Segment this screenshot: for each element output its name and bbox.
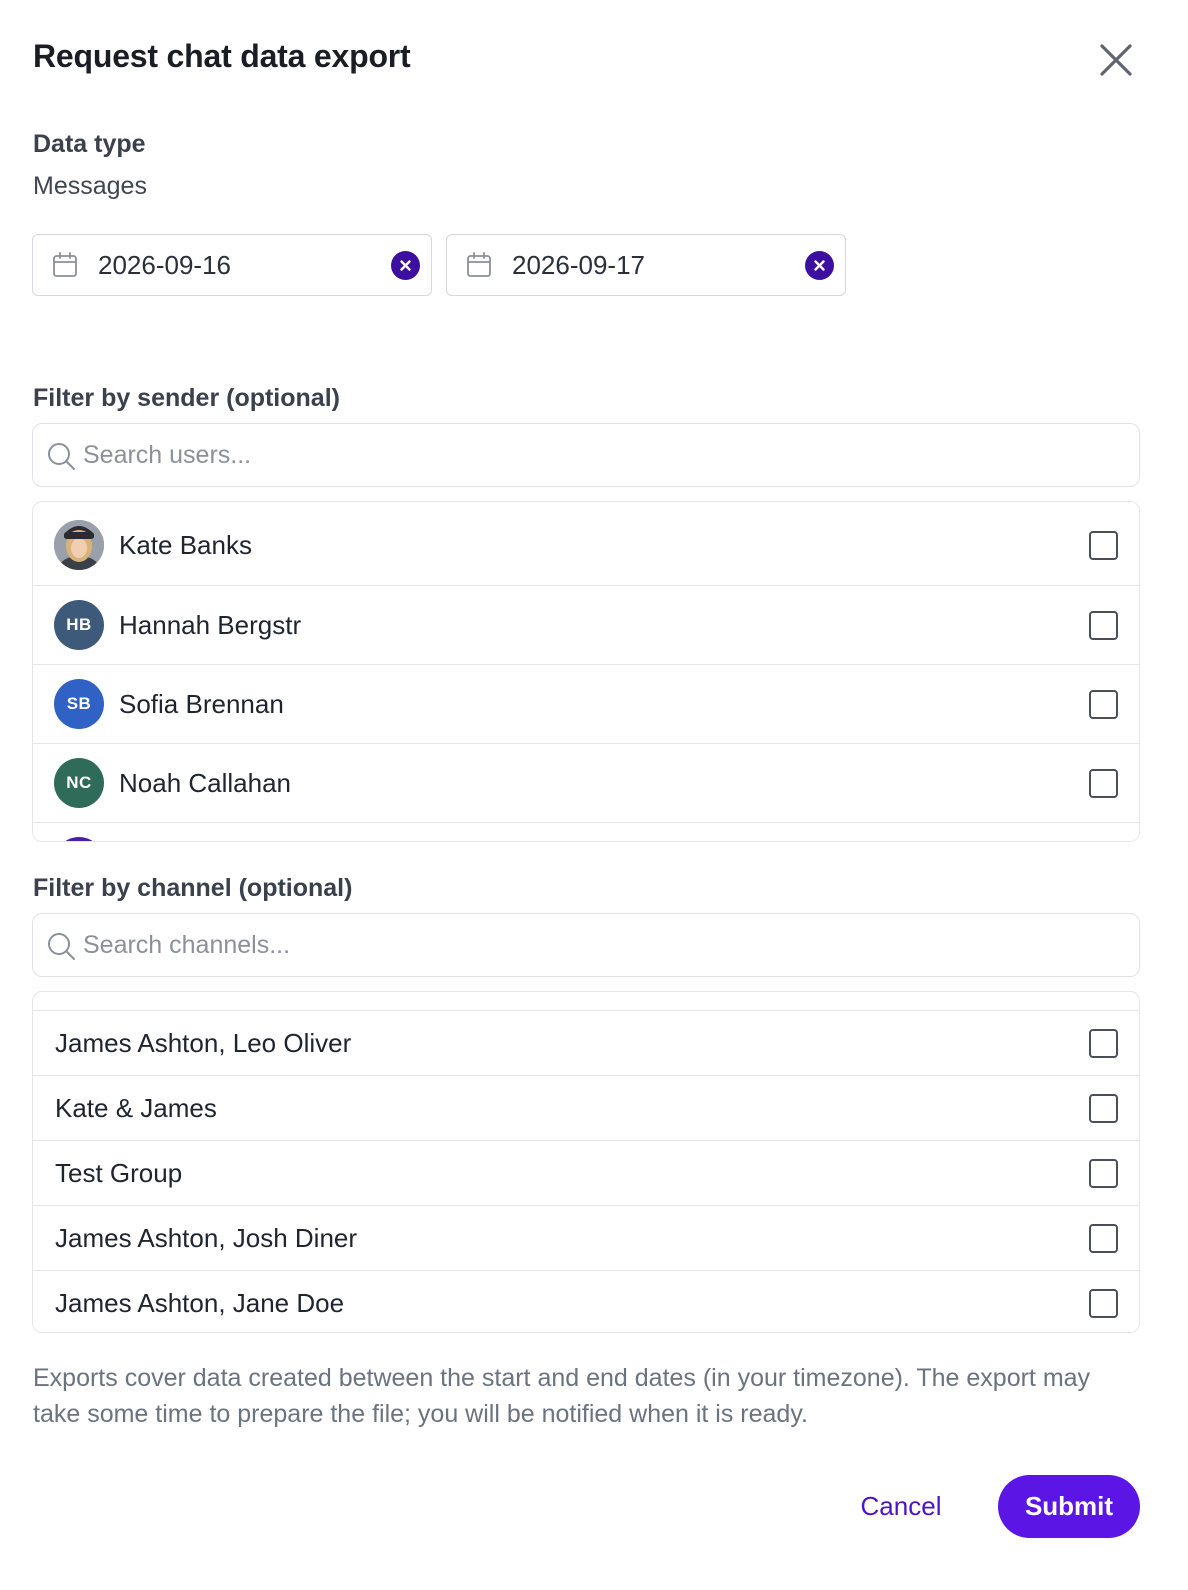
user-row-partial[interactable]: [33, 822, 1139, 841]
close-button[interactable]: [1096, 40, 1136, 80]
user-row[interactable]: SB Sofia Brennan: [33, 664, 1139, 743]
calendar-icon: [53, 252, 77, 277]
channel-name: Test Group: [55, 1158, 183, 1188]
avatar: [54, 837, 104, 841]
user-name: Noah Callahan: [119, 768, 292, 798]
avatar: [54, 520, 104, 570]
user-search-input[interactable]: [83, 434, 1123, 476]
user-checkbox[interactable]: [1089, 611, 1118, 640]
user-checkbox[interactable]: [1089, 531, 1118, 560]
data-type-label: Data type: [33, 130, 146, 158]
search-icon: [48, 933, 75, 960]
avatar: SB: [54, 679, 104, 729]
channel-list[interactable]: James Ashton, Leo Oliver Kate & James Te…: [32, 991, 1140, 1333]
data-type-value: Messages: [33, 172, 147, 200]
start-date-value: 2026-09-16: [98, 250, 231, 280]
export-info-text: Exports cover data created between the s…: [33, 1364, 1091, 1428]
avatar-photo: [54, 520, 104, 570]
start-date-field[interactable]: 2026-09-16: [32, 234, 432, 296]
dialog-title: Request chat data export: [33, 38, 411, 74]
user-row[interactable]: HB Hannah Bergstr: [33, 585, 1139, 664]
user-search: [32, 423, 1140, 487]
cancel-button[interactable]: Cancel: [838, 1475, 964, 1538]
channel-search: [32, 913, 1140, 977]
search-icon: [48, 443, 75, 470]
user-name: Hannah Bergstr: [119, 610, 302, 640]
channel-checkbox[interactable]: [1089, 1224, 1118, 1253]
channel-filter-label: Filter by channel (optional): [33, 874, 353, 902]
clear-icon: [814, 260, 825, 271]
channel-name: James Ashton, Leo Oliver: [55, 1028, 352, 1058]
calendar-icon: [467, 252, 491, 277]
end-date-value: 2026-09-17: [512, 250, 645, 280]
sender-filter-label: Filter by sender (optional): [33, 384, 340, 412]
channel-row[interactable]: Kate & James: [33, 1075, 1139, 1140]
submit-button[interactable]: Submit: [998, 1475, 1140, 1538]
user-row[interactable]: Kate Banks: [33, 506, 1139, 585]
user-list[interactable]: Kate Banks HB Hannah Bergstr SB Sofia Br…: [32, 501, 1140, 842]
user-name: Kate Banks: [119, 530, 252, 560]
user-checkbox[interactable]: [1089, 769, 1118, 798]
clear-end-date-button[interactable]: [805, 251, 834, 280]
channel-row[interactable]: James Ashton, Leo Oliver: [33, 1010, 1139, 1075]
clear-icon: [400, 260, 411, 271]
avatar: NC: [54, 758, 104, 808]
channel-name: Kate & James: [55, 1093, 217, 1123]
channel-row[interactable]: Test Group: [33, 1140, 1139, 1205]
avatar: HB: [54, 600, 104, 650]
channel-checkbox[interactable]: [1089, 1094, 1118, 1123]
channel-checkbox[interactable]: [1089, 1289, 1118, 1318]
channel-row[interactable]: James Ashton, Jane Doe: [33, 1270, 1139, 1332]
channel-row[interactable]: James Ashton, Josh Diner: [33, 1205, 1139, 1270]
user-row[interactable]: NC Noah Callahan: [33, 743, 1139, 822]
channel-checkbox[interactable]: [1089, 1159, 1118, 1188]
channel-checkbox[interactable]: [1089, 1029, 1118, 1058]
channel-name: James Ashton, Josh Diner: [55, 1223, 358, 1253]
user-name: Sofia Brennan: [119, 689, 284, 719]
clear-start-date-button[interactable]: [391, 251, 420, 280]
end-date-field[interactable]: 2026-09-17: [446, 234, 846, 296]
channel-name: James Ashton, Jane Doe: [55, 1288, 345, 1318]
close-icon: [1100, 44, 1132, 76]
channel-search-input[interactable]: [83, 924, 1123, 966]
user-checkbox[interactable]: [1089, 690, 1118, 719]
